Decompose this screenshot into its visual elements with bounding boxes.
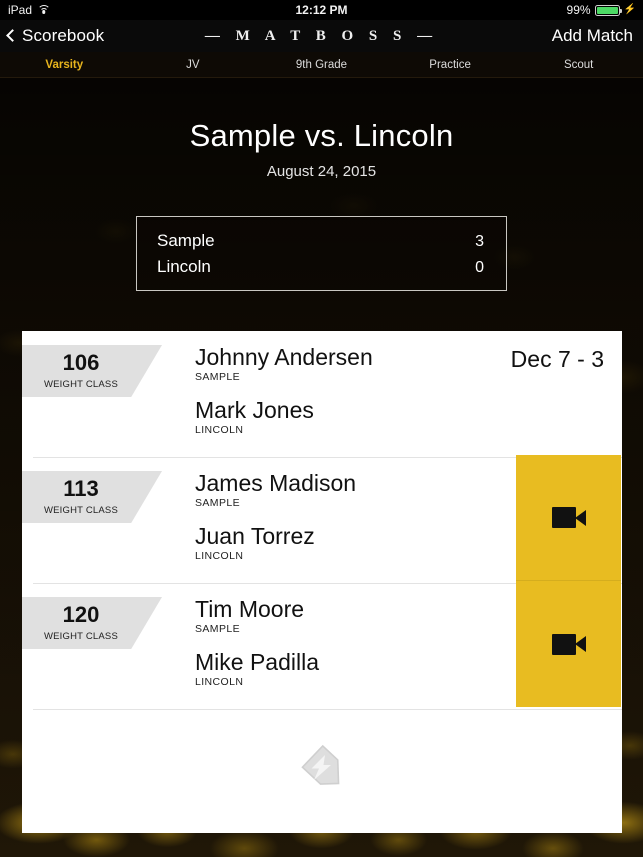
wrestler-team: SAMPLE bbox=[195, 623, 240, 636]
back-to-scorebook-button[interactable]: Scorebook bbox=[0, 26, 104, 46]
add-match-button[interactable]: Add Match bbox=[552, 26, 643, 46]
video-button-113[interactable] bbox=[516, 455, 621, 581]
wrestler-team: LINCOLN bbox=[195, 550, 244, 563]
video-column bbox=[516, 455, 621, 707]
wrestler-name: Tim Moore bbox=[195, 596, 305, 622]
matboss-logo-watermark bbox=[298, 744, 346, 792]
wrestler-name: Juan Torrez bbox=[195, 523, 315, 550]
video-button-120[interactable] bbox=[516, 581, 621, 707]
wrestler-name: James Madison bbox=[195, 470, 357, 496]
status-time: 12:12 PM bbox=[295, 3, 348, 17]
back-button-label: Scorebook bbox=[22, 26, 105, 45]
weight-class-badge: 106 WEIGHT CLASS bbox=[22, 345, 162, 397]
weight-class-label: WEIGHT CLASS bbox=[43, 379, 119, 390]
chevron-left-icon bbox=[6, 29, 19, 42]
weight-class-label: WEIGHT CLASS bbox=[43, 631, 119, 642]
score-team-points: 0 bbox=[475, 258, 484, 276]
score-row-away: Lincoln 0 bbox=[157, 254, 484, 280]
score-team-name: Sample bbox=[157, 230, 215, 250]
wrestler-team: SAMPLE bbox=[195, 371, 240, 384]
bout-row[interactable]: 106 WEIGHT CLASS Johnny Andersen SAMPLE … bbox=[22, 331, 622, 457]
wrestler-name: Mark Jones bbox=[195, 397, 314, 424]
bout-result: Dec 7 - 3 bbox=[510, 346, 604, 372]
tab-scout[interactable]: Scout bbox=[514, 59, 643, 71]
wrestler-team: SAMPLE bbox=[195, 497, 240, 510]
navigation-bar: Scorebook — M A T B O S S — Add Match bbox=[0, 20, 643, 52]
match-date: August 24, 2015 bbox=[266, 163, 377, 180]
weight-class-badge: 113 WEIGHT CLASS bbox=[22, 471, 162, 523]
status-bar: iPad 12:12 PM 99% ⚡ bbox=[0, 0, 643, 20]
wrestler-team: LINCOLN bbox=[195, 676, 244, 689]
tab-varsity[interactable]: Varsity bbox=[0, 59, 129, 71]
weight-class-value: 106 bbox=[62, 350, 100, 375]
wrestler-name: Mike Padilla bbox=[195, 649, 319, 676]
wrestler-name: Johnny Andersen bbox=[195, 344, 373, 370]
match-header: Sample vs. Lincoln August 24, 2015 bbox=[0, 118, 643, 180]
video-camera-icon bbox=[551, 507, 586, 528]
team-level-tab-bar: Varsity JV 9th Grade Practice Scout bbox=[0, 52, 643, 78]
wrestler-pair: Tim Moore SAMPLE Mike Padilla LINCOLN bbox=[195, 597, 319, 688]
weight-class-badge: 120 WEIGHT CLASS bbox=[22, 597, 162, 649]
tab-jv[interactable]: JV bbox=[129, 59, 258, 71]
match-title: Sample vs. Lincoln bbox=[189, 118, 454, 153]
score-team-name: Lincoln bbox=[157, 256, 211, 276]
score-team-points: 3 bbox=[475, 232, 484, 250]
tab-practice[interactable]: Practice bbox=[386, 59, 515, 71]
score-row-home: Sample 3 bbox=[157, 228, 484, 254]
tab-9th-grade[interactable]: 9th Grade bbox=[257, 59, 386, 71]
weight-class-label: WEIGHT CLASS bbox=[43, 505, 119, 516]
weight-class-value: 120 bbox=[62, 602, 100, 627]
wrestler-pair: James Madison SAMPLE Juan Torrez LINCOLN bbox=[195, 471, 356, 562]
video-camera-icon bbox=[551, 633, 586, 655]
wrestler-team: LINCOLN bbox=[195, 424, 244, 437]
wrestler-pair: Johnny Andersen SAMPLE Mark Jones LINCOL… bbox=[195, 345, 373, 436]
weight-class-value: 113 bbox=[63, 476, 99, 501]
team-score-box: Sample 3 Lincoln 0 bbox=[136, 216, 507, 291]
battery-icon bbox=[594, 4, 623, 16]
